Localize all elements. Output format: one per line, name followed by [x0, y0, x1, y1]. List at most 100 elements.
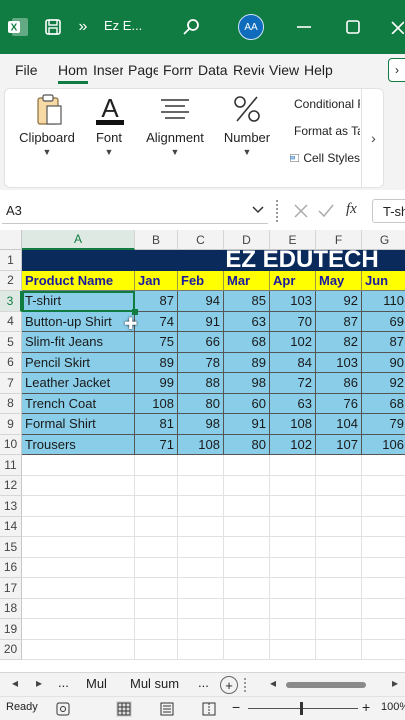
- empty-cell[interactable]: [178, 516, 224, 537]
- sheet-tab-mul[interactable]: Mul: [86, 676, 107, 691]
- empty-cell[interactable]: [270, 619, 316, 640]
- sales-value-cell[interactable]: 71: [135, 434, 178, 455]
- empty-cell[interactable]: [270, 496, 316, 517]
- empty-cell[interactable]: [22, 619, 135, 640]
- conditional-formatting-button[interactable]: Conditional Formatting: [290, 93, 360, 115]
- empty-cell[interactable]: [135, 619, 178, 640]
- sales-value-cell[interactable]: 102: [270, 434, 316, 455]
- sales-value-cell[interactable]: 107: [316, 434, 362, 455]
- empty-cell[interactable]: [224, 496, 270, 517]
- tab-home[interactable]: Home: [58, 62, 88, 84]
- empty-cell[interactable]: [178, 455, 224, 476]
- sales-value-cell[interactable]: 103: [316, 352, 362, 373]
- sales-value-cell[interactable]: 76: [316, 393, 362, 414]
- empty-cell[interactable]: [224, 475, 270, 496]
- sales-value-cell[interactable]: 99: [135, 373, 178, 394]
- product-name-cell[interactable]: Button-up Shirt: [22, 311, 135, 332]
- sales-value-cell[interactable]: 74: [135, 311, 178, 332]
- zoom-slider[interactable]: [248, 708, 358, 709]
- sheet-ellipsis-right[interactable]: ...: [198, 675, 209, 690]
- product-name-cell[interactable]: Slim-fit Jeans: [22, 332, 135, 353]
- sales-value-cell[interactable]: 92: [362, 373, 405, 394]
- formula-input[interactable]: T-shirt: [372, 199, 405, 223]
- sales-value-cell[interactable]: 94: [178, 291, 224, 312]
- empty-cell[interactable]: [224, 639, 270, 660]
- format-as-table-button[interactable]: Format as Table: [290, 120, 360, 142]
- empty-cell[interactable]: [270, 516, 316, 537]
- avatar[interactable]: AA: [238, 14, 264, 40]
- product-name-cell[interactable]: Leather Jacket: [22, 373, 135, 394]
- column-header-f[interactable]: F: [316, 230, 362, 250]
- sales-value-cell[interactable]: 75: [135, 332, 178, 353]
- empty-cell[interactable]: [224, 598, 270, 619]
- sales-value-cell[interactable]: 66: [178, 332, 224, 353]
- row-header-10[interactable]: 10: [0, 434, 22, 455]
- ribbon-display-options-icon[interactable]: ›: [388, 58, 405, 82]
- empty-cell[interactable]: [362, 558, 405, 578]
- sales-value-cell[interactable]: 91: [178, 311, 224, 332]
- sales-value-cell[interactable]: 79: [362, 414, 405, 435]
- sales-value-cell[interactable]: 87: [362, 332, 405, 353]
- empty-cell[interactable]: [22, 578, 135, 599]
- empty-cell[interactable]: [224, 578, 270, 599]
- sheet-ellipsis-left[interactable]: ...: [58, 675, 69, 690]
- sales-value-cell[interactable]: 90: [362, 352, 405, 373]
- zoom-level[interactable]: 100%: [381, 701, 405, 713]
- product-name-cell[interactable]: Trousers: [22, 434, 135, 455]
- tab-review[interactable]: Review: [233, 62, 264, 78]
- sales-value-cell[interactable]: 68: [224, 332, 270, 353]
- empty-cell[interactable]: [135, 516, 178, 537]
- normal-view-icon[interactable]: [116, 701, 132, 717]
- document-title[interactable]: Ez E...: [104, 18, 142, 33]
- sales-value-cell[interactable]: 89: [224, 352, 270, 373]
- empty-cell[interactable]: [135, 557, 178, 578]
- sales-value-cell[interactable]: 80: [178, 393, 224, 414]
- row-header-11[interactable]: 11: [0, 455, 22, 476]
- header-cell-feb[interactable]: Feb: [178, 270, 224, 291]
- row-header-14[interactable]: 14: [0, 516, 22, 537]
- row-header-6[interactable]: 6: [0, 352, 22, 373]
- sales-value-cell[interactable]: 98: [178, 414, 224, 435]
- empty-cell[interactable]: [316, 639, 362, 660]
- column-header-b[interactable]: B: [135, 230, 178, 250]
- sales-value-cell[interactable]: 98: [224, 373, 270, 394]
- header-cell-may[interactable]: May: [316, 270, 362, 291]
- ribbon-expand-button[interactable]: ›: [361, 89, 385, 187]
- empty-cell[interactable]: [22, 516, 135, 537]
- tab-page-layout[interactable]: Page Layout: [128, 62, 158, 78]
- sales-value-cell[interactable]: 86: [316, 373, 362, 394]
- empty-cell[interactable]: [224, 557, 270, 578]
- tab-formulas[interactable]: Formulas: [163, 62, 193, 78]
- header-cell-jan[interactable]: Jan: [135, 270, 178, 291]
- zoom-out-icon[interactable]: −: [232, 699, 240, 715]
- zoom-in-icon[interactable]: +: [362, 699, 370, 715]
- empty-cell[interactable]: [362, 619, 405, 640]
- sales-value-cell[interactable]: 106: [362, 434, 405, 455]
- header-cell-mar[interactable]: Mar: [224, 270, 270, 291]
- empty-cell[interactable]: [270, 475, 316, 496]
- product-name-cell[interactable]: Pencil Skirt: [22, 352, 135, 373]
- row-header-9[interactable]: 9: [0, 414, 22, 435]
- save-icon[interactable]: [42, 16, 64, 38]
- empty-cell[interactable]: [362, 455, 405, 476]
- empty-cell[interactable]: [316, 598, 362, 619]
- header-cell-product-name[interactable]: Product Name: [22, 270, 135, 291]
- row-header-15[interactable]: 15: [0, 537, 22, 558]
- worksheet-grid[interactable]: ABCDEFG 1 2 3 4 5 6 7 8 9 10 11 12 13 14 15 16 17 18 19 20 …: [0, 230, 405, 672]
- tab-help[interactable]: Help: [304, 62, 336, 78]
- empty-cell[interactable]: [178, 619, 224, 640]
- empty-cell[interactable]: [178, 639, 224, 660]
- column-header-e[interactable]: E: [270, 230, 316, 250]
- row-header-17[interactable]: 17: [0, 578, 22, 599]
- empty-cell[interactable]: [135, 598, 178, 619]
- empty-cell[interactable]: [270, 578, 316, 599]
- empty-cell[interactable]: [362, 640, 405, 660]
- header-cell-jun[interactable]: Jun: [362, 270, 405, 291]
- page-break-view-icon[interactable]: [202, 702, 216, 716]
- empty-cell[interactable]: [362, 476, 405, 496]
- empty-cell[interactable]: [316, 455, 362, 476]
- search-icon[interactable]: [180, 16, 202, 38]
- sales-value-cell[interactable]: 91: [224, 414, 270, 435]
- sales-value-cell[interactable]: 70: [270, 311, 316, 332]
- column-header-d[interactable]: D: [224, 230, 270, 250]
